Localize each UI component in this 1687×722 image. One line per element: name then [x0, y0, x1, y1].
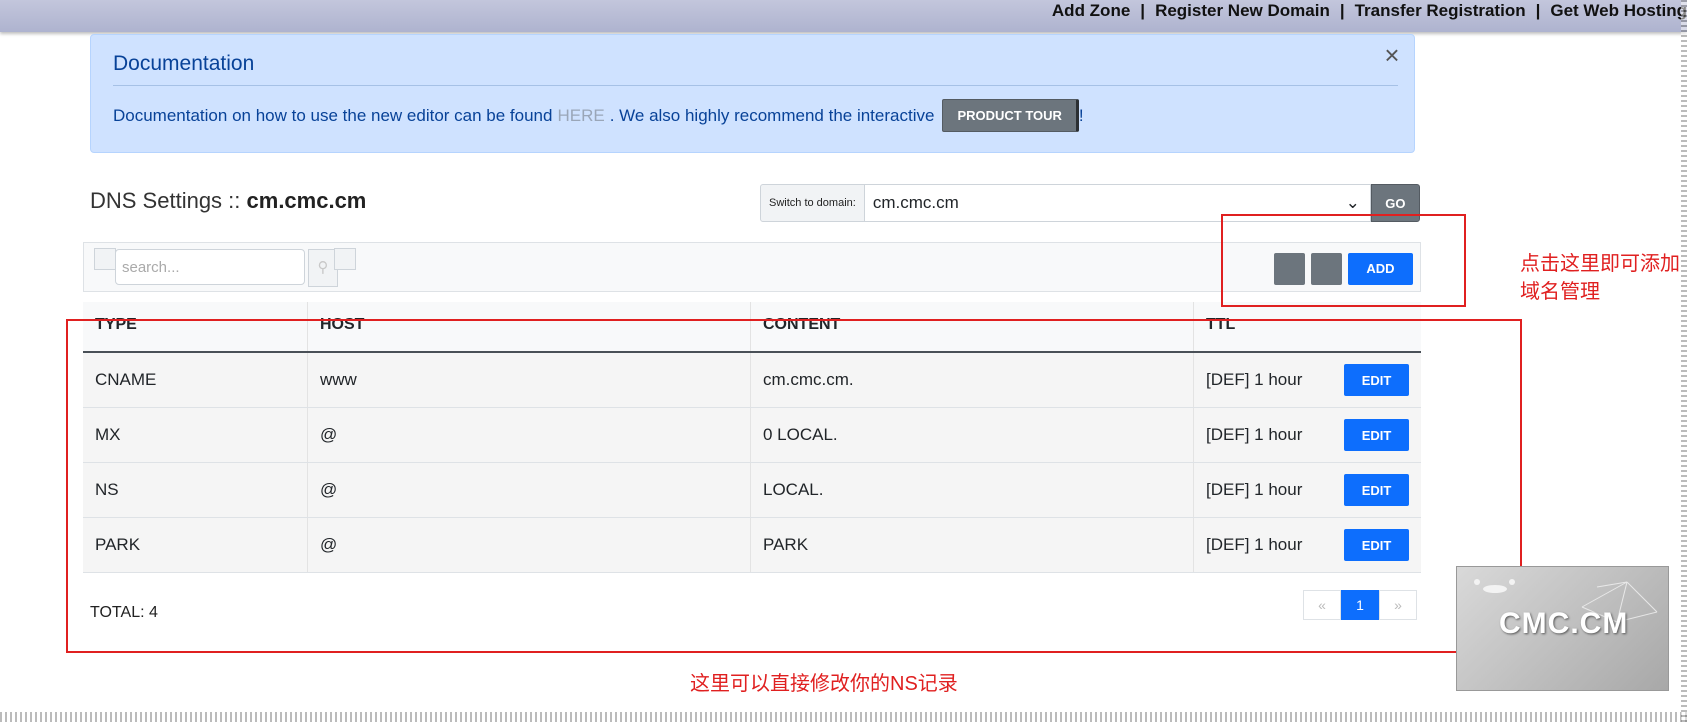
doc-title: Documentation [113, 52, 255, 75]
nav-transfer-registration[interactable]: Transfer Registration [1355, 1, 1526, 21]
doc-here-link[interactable]: HERE [557, 106, 604, 126]
nav-separator: | [1339, 1, 1345, 20]
nav-separator: | [1535, 1, 1541, 20]
nav-register-domain[interactable]: Register New Domain [1155, 1, 1330, 21]
watermark-text: CMC.CM [1499, 607, 1629, 640]
top-bar: Add Zone | Register New Domain | Transfer … [0, 0, 1687, 32]
annotation-box-add [1221, 214, 1466, 307]
switch-label: Switch to domain: [760, 184, 865, 222]
annotation-note-add-line2: 域名管理 [1520, 281, 1600, 303]
search-input[interactable]: search... [115, 249, 305, 285]
annotation-note-add-line1: 点击这里即可添加 [1520, 253, 1680, 275]
top-nav: Add Zone | Register New Domain | Transfer … [1052, 0, 1687, 22]
doc-text-end: ! [1078, 105, 1084, 125]
close-icon[interactable]: × [1380, 42, 1404, 68]
torn-edge-bottom [0, 712, 1687, 722]
chevron-down-icon: ⌄ [1345, 193, 1360, 212]
page-title-prefix: DNS Settings :: [90, 188, 241, 213]
page-title: DNS Settings :: cm.cmc.cm [90, 188, 366, 214]
product-tour-button[interactable]: PRODUCT TOUR [942, 99, 1079, 132]
nav-add-zone[interactable]: Add Zone [1052, 1, 1130, 21]
annotation-note-add: 点击这里即可添加 域名管理 [1520, 250, 1680, 306]
annotation-note-table: 这里可以直接修改你的NS记录 [690, 673, 958, 695]
divider [113, 85, 1398, 86]
watermark-logo: CMC.CM [1456, 566, 1669, 691]
torn-edge-right [1681, 0, 1687, 722]
toolbar-option[interactable] [334, 248, 356, 270]
doc-text: Documentation on how to use the new edit… [113, 99, 1084, 132]
documentation-alert: Documentation × Documentation on how to … [90, 34, 1415, 153]
toolbar-toggle[interactable] [94, 248, 116, 270]
page-title-domain: cm.cmc.cm [246, 188, 367, 213]
doc-text-after: . We also highly recommend the interacti… [609, 105, 935, 125]
nav-web-hosting[interactable]: Get Web Hosting [1550, 1, 1687, 21]
doc-text-before: Documentation on how to use the new edit… [113, 105, 553, 125]
domain-select-value: cm.cmc.cm [872, 193, 959, 212]
annotation-box-table [66, 319, 1522, 653]
nav-separator: | [1140, 1, 1146, 20]
